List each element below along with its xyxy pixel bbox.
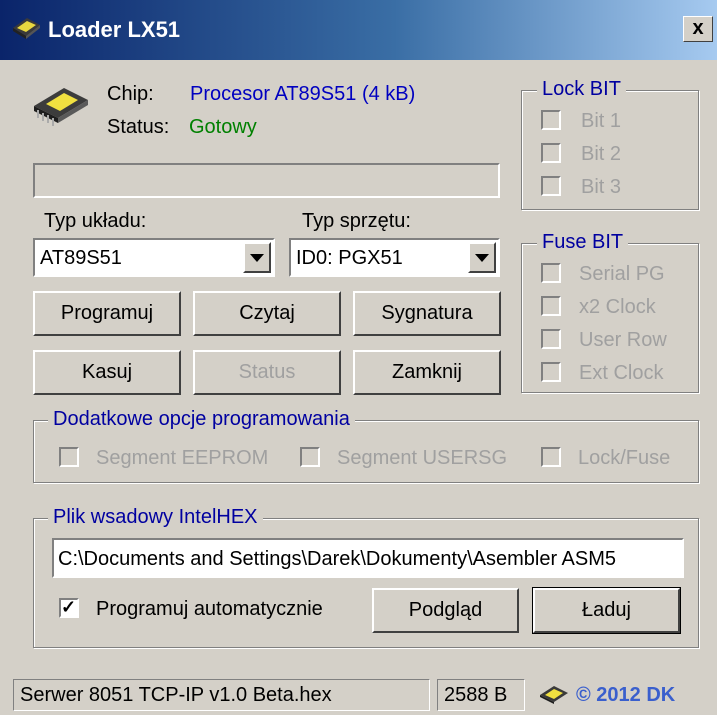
- fuse-serial-pg-checkbox[interactable]: [541, 263, 561, 283]
- fuse-x2-clock-label: x2 Clock: [579, 296, 656, 318]
- hardware-type-select[interactable]: ID0: PGX51: [289, 238, 500, 277]
- close-button[interactable]: Zamknij: [353, 350, 501, 395]
- copyright-link[interactable]: © 2012 DK: [576, 684, 675, 707]
- device-type-value: AT89S51: [40, 247, 122, 269]
- status-value: Gotowy: [189, 116, 257, 138]
- extra-options-legend: Dodatkowe opcje programowania: [48, 408, 355, 431]
- lock-fuse-checkbox[interactable]: [541, 447, 561, 467]
- statusbar-size: 2588 B: [437, 679, 525, 711]
- chip-label: Chip:: [107, 83, 154, 105]
- close-icon[interactable]: x: [683, 16, 713, 42]
- fuse-x2-clock-checkbox[interactable]: [541, 296, 561, 316]
- program-button[interactable]: Programuj: [33, 291, 181, 336]
- title-bar[interactable]: Loader LX51 x: [0, 0, 717, 60]
- fuse-ext-clock-checkbox[interactable]: [541, 362, 561, 382]
- segment-usersg-checkbox[interactable]: [300, 447, 320, 467]
- segment-eeprom-label: Segment EEPROM: [96, 447, 269, 469]
- loader-window: Loader LX51 x Chip: Procesor AT89S51 (4 …: [0, 0, 717, 715]
- lock-bit-2-checkbox[interactable]: [541, 143, 561, 163]
- lock-bit-1-label: Bit 1: [581, 110, 622, 132]
- lock-bit-1-checkbox[interactable]: [541, 110, 561, 130]
- preview-button[interactable]: Podgląd: [372, 588, 519, 633]
- lock-fuse-label: Lock/Fuse: [578, 447, 671, 469]
- erase-button[interactable]: Kasuj: [33, 350, 181, 395]
- load-button[interactable]: Ładuj: [532, 587, 681, 634]
- progress-bar: [33, 163, 500, 198]
- window-title: Loader LX51: [48, 17, 181, 42]
- fuse-bit-legend: Fuse BIT: [537, 231, 629, 254]
- hex-file-path: C:\Documents and Settings\Darek\Dokument…: [58, 548, 617, 570]
- chip-small-icon: [538, 683, 570, 711]
- device-type-label: Typ układu:: [44, 210, 147, 232]
- fuse-user-row-label: User Row: [579, 329, 667, 351]
- hex-file-legend: Plik wsadowy IntelHEX: [48, 506, 263, 529]
- chip-value: Procesor AT89S51 (4 kB): [190, 83, 416, 105]
- lock-bit-legend: Lock BIT: [537, 78, 626, 101]
- checkmark-icon: ✓: [61, 597, 77, 617]
- hardware-type-value: ID0: PGX51: [296, 247, 403, 269]
- chevron-down-icon[interactable]: [243, 242, 271, 273]
- fuse-user-row-checkbox[interactable]: [541, 329, 561, 349]
- chip-icon: [30, 80, 92, 134]
- lock-bit-3-checkbox[interactable]: [541, 176, 561, 196]
- chip-app-icon: [10, 14, 42, 46]
- hex-file-path-field[interactable]: C:\Documents and Settings\Darek\Dokument…: [52, 538, 684, 578]
- segment-usersg-label: Segment USERSG: [337, 447, 508, 469]
- status-label: Status:: [107, 116, 170, 138]
- fuse-ext-clock-label: Ext Clock: [579, 362, 664, 384]
- lock-bit-2-label: Bit 2: [581, 143, 622, 165]
- read-button[interactable]: Czytaj: [193, 291, 341, 336]
- lock-bit-3-label: Bit 3: [581, 176, 622, 198]
- segment-eeprom-checkbox[interactable]: [59, 447, 79, 467]
- chevron-down-icon[interactable]: [468, 242, 496, 273]
- hardware-type-label: Typ sprzętu:: [302, 210, 411, 232]
- device-type-select[interactable]: AT89S51: [33, 238, 275, 277]
- statusbar-file: Serwer 8051 TCP-IP v1.0 Beta.hex: [13, 679, 430, 711]
- signature-button[interactable]: Sygnatura: [353, 291, 501, 336]
- fuse-serial-pg-label: Serial PG: [579, 263, 665, 285]
- status-button[interactable]: Status: [193, 350, 341, 395]
- auto-program-checkbox[interactable]: ✓: [59, 597, 79, 618]
- auto-program-label: Programuj automatycznie: [96, 598, 323, 620]
